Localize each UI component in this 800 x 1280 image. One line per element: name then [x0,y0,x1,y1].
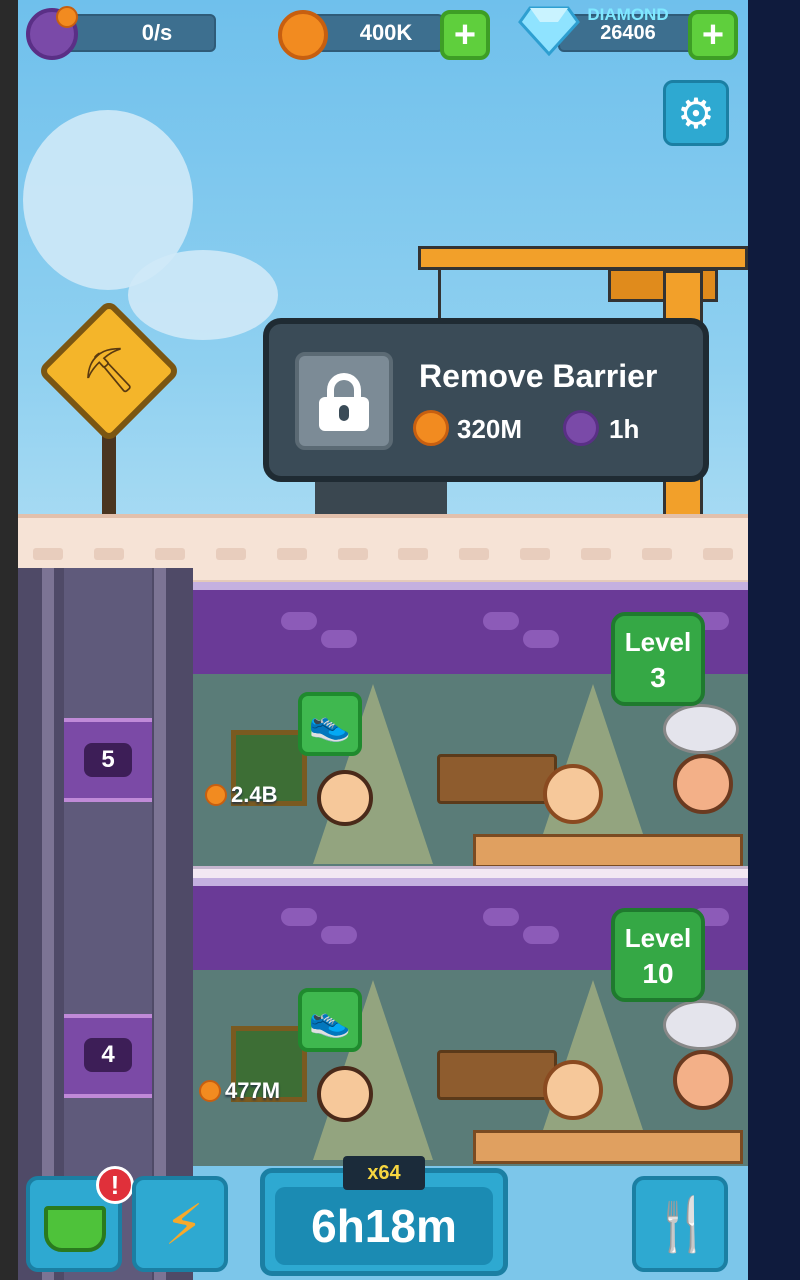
gold-coin-icon [205,784,227,806]
speed-up-waiter-button[interactable]: 👟 [298,988,362,1052]
buy-coins-button[interactable]: + [440,10,490,60]
level-badge[interactable]: Level 3 [611,612,705,706]
gold-coin-icon [199,1080,221,1102]
gold-coin-icon [413,410,449,446]
diamond-icon [518,4,580,57]
diamond-label: DIAMOND [587,4,669,24]
lightning-icon: ⚡ [164,1193,204,1256]
chef-character[interactable] [673,1050,733,1110]
boost-timer: 6h18m [275,1187,493,1265]
multiplier-badge: x64 [343,1156,425,1190]
chef-hat [663,1000,739,1050]
gear-icon: ⚙ [677,89,715,137]
earning-display: 2.4B [205,782,277,808]
waiter-character[interactable] [317,770,373,826]
plus-icon: + [701,14,725,56]
level-label: Level [624,627,692,657]
gold-coin-icon [56,6,78,28]
boost-button[interactable]: ⚡ [132,1176,228,1272]
diamonds-value: 26406 [600,21,656,44]
floor-4[interactable]: 👟 Level 10 477M [193,878,748,1174]
worker-icon: ⛏ [81,346,137,395]
plus-icon: + [453,14,477,56]
kitchen-counter [473,834,743,868]
right-frame [748,0,800,1280]
chef-character[interactable] [673,754,733,814]
basket-icon [44,1206,106,1252]
fork-spoon-icon: 🍴 [650,1196,715,1254]
cloud [128,250,278,340]
speed-up-waiter-button[interactable]: 👟 [298,692,362,756]
barrier-cost: 320M [457,414,523,444]
kitchen-counter [473,1130,743,1164]
shoe-icon: 👟 [308,1001,352,1039]
level-badge[interactable]: Level 10 [611,908,705,1002]
level-value: 3 [650,662,666,693]
alert-badge: ! [96,1166,134,1204]
floor-number: 5 [84,743,132,777]
crane-beam [418,246,748,270]
barrier-title: Remove Barrier [419,358,658,394]
barrier-time: 1h [609,414,640,444]
menu-button[interactable]: 🍴 [632,1176,728,1272]
shelf [437,1050,557,1100]
earning-display: 477M [199,1078,280,1104]
lock-button[interactable] [295,352,393,450]
earning-value: 477M [225,1078,281,1103]
income-rate-display: 0/s [58,14,216,52]
game-canvas: ⛏ 0/s 400K + DIAMOND 26406 + ⚙ Remove Ba… [18,0,748,1280]
level-label: Level [624,923,692,953]
gold-coin-icon [278,10,328,60]
earning-value: 2.4B [231,782,278,807]
lock-icon [319,373,369,431]
roof-trim [18,548,748,560]
income-rate-value: 0/s [141,20,173,45]
shelf [437,754,557,804]
cook-character[interactable] [543,764,603,824]
shoe-icon: 👟 [308,705,352,743]
barrier-stand [315,482,447,516]
coins-value: 400K [359,20,413,45]
purple-clock-coin-icon [563,410,599,446]
cook-character[interactable] [543,1060,603,1120]
waiter-character[interactable] [317,1066,373,1122]
left-frame [0,0,18,1280]
floor-5[interactable]: 👟 Level 3 2.4B [193,582,748,880]
buy-diamonds-button[interactable]: + [688,10,738,60]
remove-barrier-panel[interactable]: Remove Barrier 320M 1h [263,318,709,482]
settings-button[interactable]: ⚙ [663,80,729,146]
floor-number: 4 [84,1038,132,1072]
chef-hat [663,704,739,754]
level-value: 10 [642,958,674,989]
coins-display: 400K [308,14,444,52]
